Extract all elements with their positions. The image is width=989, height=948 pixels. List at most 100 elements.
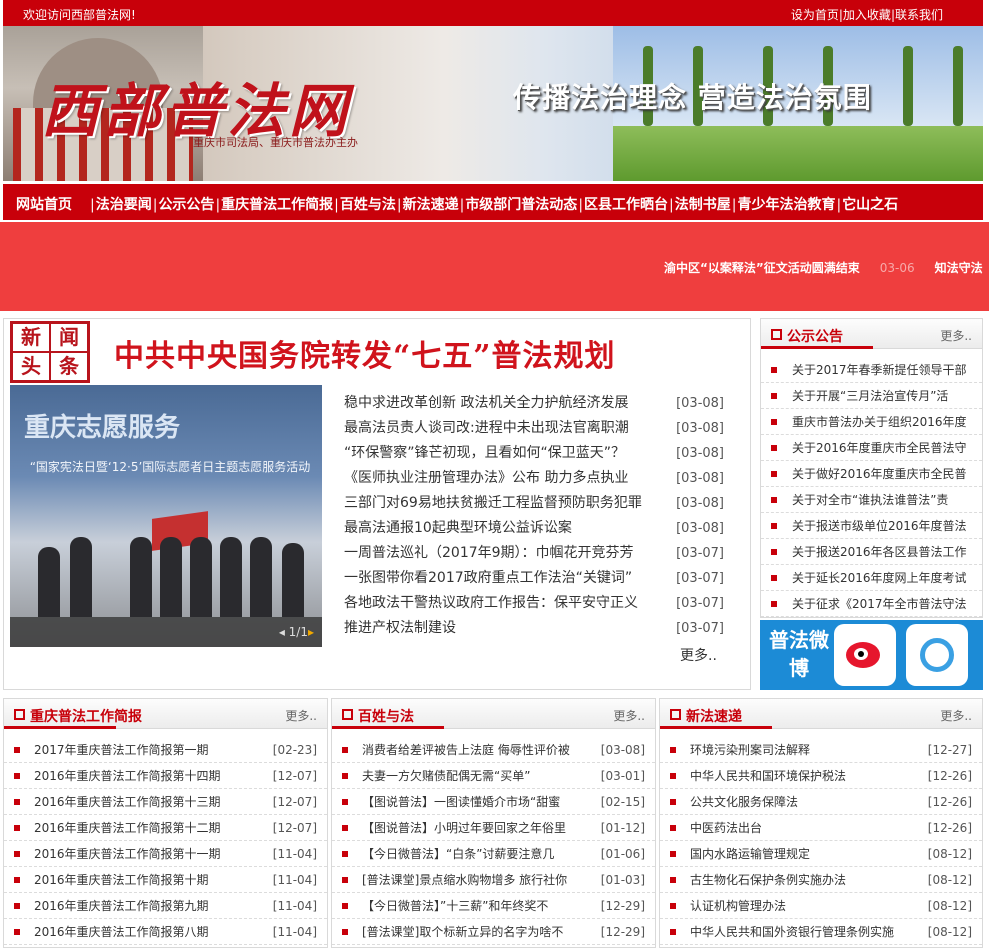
sina-weibo-icon[interactable]	[834, 624, 896, 686]
news-title[interactable]: 稳中求进改革创新 政法机关全力护航经济发展	[344, 395, 628, 411]
list-item[interactable]: “环保警察”锋芒初现，且看如何“保卫蓝天”？ [03-08]	[344, 441, 724, 466]
list-item[interactable]: 2016年重庆普法工作简报第十二期 [12-07]	[4, 815, 327, 841]
nav-item-district[interactable]: 区县工作晒台	[584, 197, 668, 213]
item-title[interactable]: 2016年重庆普法工作简报第十二期	[34, 815, 221, 840]
list-item[interactable]: [普法课堂]景点缩水购物增多 旅行社你 [01-03]	[332, 867, 655, 893]
panel-title[interactable]: 百姓与法	[358, 706, 414, 726]
list-item[interactable]: 2016年重庆普法工作简报第十四期 [12-07]	[4, 763, 327, 789]
notice-title[interactable]: 关于对全市“谁执法谁普法”责	[792, 487, 948, 512]
more-link[interactable]: 更多..	[940, 707, 972, 724]
list-item[interactable]: 最高法员责人谈司改:进程中未出现法官离职潮 [03-08]	[344, 416, 724, 441]
panel-title[interactable]: 重庆普法工作简报	[30, 706, 142, 726]
item-title[interactable]: 国内水路运输管理规定	[690, 841, 810, 866]
nav-item-people-law[interactable]: 百姓与法	[340, 197, 396, 213]
item-title[interactable]: 中华人民共和国环境保护税法	[690, 763, 846, 788]
more-link[interactable]: 更多..	[285, 707, 317, 724]
ticker-text-2[interactable]: 知法守法	[935, 261, 983, 275]
notice-title[interactable]: 关于报送2016年各区县普法工作	[792, 539, 967, 564]
panel-title[interactable]: 公示公告	[787, 326, 843, 346]
list-item[interactable]: 推进产权法制建设 [03-07]	[344, 616, 724, 641]
list-item[interactable]: 三部门对69易地扶贫搬迁工程监督预防职务犯罪 [03-08]	[344, 491, 724, 516]
slideshow-pager[interactable]: ◂ 1/1▸	[279, 625, 314, 639]
list-item[interactable]: 中华人民共和国外资银行管理条例实施 [08-12]	[660, 919, 982, 945]
news-title[interactable]: “环保警察”锋芒初现，且看如何“保卫蓝天”？	[344, 445, 625, 461]
list-item[interactable]: 关于开展“三月法治宣传月”活	[761, 383, 982, 409]
item-title[interactable]: 【图说普法】一图读懂婚介市场“甜蜜	[362, 789, 560, 814]
item-title[interactable]: 2016年重庆普法工作简报第十期	[34, 867, 209, 892]
item-title[interactable]: 2016年重庆普法工作简报第十一期	[34, 841, 221, 866]
notice-title[interactable]: 关于报送市级单位2016年度普法	[792, 513, 967, 538]
item-title[interactable]: 中华人民共和国外资银行管理条例实施	[690, 919, 894, 944]
list-item[interactable]: 中医药法出台 [12-26]	[660, 815, 982, 841]
list-item[interactable]: 《医师执业注册管理办法》公布 助力多点执业 [03-08]	[344, 466, 724, 491]
list-item[interactable]: 认证机构管理办法 [08-12]	[660, 893, 982, 919]
list-item[interactable]: 关于报送市级单位2016年度普法	[761, 513, 982, 539]
list-item[interactable]: 关于报送2016年各区县普法工作	[761, 539, 982, 565]
list-item[interactable]: 【图说普法】小明过年要回家之年俗里 [01-12]	[332, 815, 655, 841]
list-item[interactable]: 环境污染刑案司法解释 [12-27]	[660, 737, 982, 763]
list-item[interactable]: 各地政法干警热议政府工作报告：保平安守正义 [03-07]	[344, 591, 724, 616]
list-item[interactable]: 2016年重庆普法工作简报第八期 [11-04]	[4, 919, 327, 945]
item-title[interactable]: 2016年重庆普法工作简报第十三期	[34, 789, 221, 814]
tencent-weibo-icon[interactable]	[906, 624, 968, 686]
add-favorite-link[interactable]: 加入收藏	[843, 8, 891, 22]
contact-us-link[interactable]: 联系我们	[895, 8, 943, 22]
news-title[interactable]: 一张图带你看2017政府重点工作法治“关键词”	[344, 570, 632, 586]
item-title[interactable]: 2016年重庆普法工作简报第九期	[34, 893, 209, 918]
list-item[interactable]: 关于对全市“谁执法谁普法”责	[761, 487, 982, 513]
item-title[interactable]: 中医药法出台	[690, 815, 762, 840]
nav-item-other[interactable]: 它山之石	[842, 197, 898, 213]
nav-item-home[interactable]: 网站首页	[16, 194, 72, 214]
list-item[interactable]: 【今日微普法】“白条”讨薪要注意几 [01-06]	[332, 841, 655, 867]
nav-item-youth[interactable]: 青少年法治教育	[737, 197, 835, 213]
news-title[interactable]: 最高法员责人谈司改:进程中未出现法官离职潮	[344, 420, 629, 436]
notice-title[interactable]: 关于2017年春季新提任领导干部	[792, 357, 967, 382]
list-item[interactable]: 关于延长2016年度网上年度考试	[761, 565, 982, 591]
item-title[interactable]: 2016年重庆普法工作简报第八期	[34, 919, 209, 944]
item-title[interactable]: [普法课堂]景点缩水购物增多 旅行社你	[362, 867, 567, 892]
list-item[interactable]: 古生物化石保护条例实施办法 [08-12]	[660, 867, 982, 893]
notice-title[interactable]: 关于2016年度重庆市全民普法守	[792, 435, 967, 460]
item-title[interactable]: 消费者给差评被告上法庭 侮辱性评价被	[362, 737, 570, 762]
more-link[interactable]: 更多..	[940, 327, 972, 344]
item-title[interactable]: 【今日微普法】“白条”讨薪要注意几	[362, 841, 554, 866]
item-title[interactable]: 公共文化服务保障法	[690, 789, 798, 814]
ticker-item[interactable]: 渝中区“以案释法”征文活动圆满结束 03-06 知法守法	[664, 259, 983, 276]
list-item[interactable]: [普法课堂]取个标新立异的名字为啥不 [12-29]	[332, 919, 655, 945]
news-title[interactable]: 三部门对69易地扶贫搬迁工程监督预防职务犯罪	[344, 495, 642, 511]
item-title[interactable]: [普法课堂]取个标新立异的名字为啥不	[362, 919, 563, 944]
ticker-text[interactable]: 渝中区“以案释法”征文活动圆满结束	[664, 261, 860, 275]
item-title[interactable]: 2016年重庆普法工作简报第十四期	[34, 763, 221, 788]
list-item[interactable]: 国内水路运输管理规定 [08-12]	[660, 841, 982, 867]
nav-item-new-laws[interactable]: 新法速递	[403, 197, 459, 213]
notice-title[interactable]: 重庆市普法办关于组织2016年度	[792, 409, 967, 434]
headline-more-link[interactable]: 更多..	[680, 645, 717, 665]
list-item[interactable]: 2016年重庆普法工作简报第十三期 [12-07]	[4, 789, 327, 815]
notice-title[interactable]: 关于开展“三月法治宣传月”活	[792, 383, 948, 408]
list-item[interactable]: 关于征求《2017年全市普法守法	[761, 591, 982, 617]
list-item[interactable]: 关于2016年度重庆市全民普法守	[761, 435, 982, 461]
list-item[interactable]: 一张图带你看2017政府重点工作法治“关键词” [03-07]	[344, 566, 724, 591]
photo-slideshow[interactable]: 重庆志愿服务 “国家宪法日暨‘12·5’国际志愿者日主题志愿服务活动 ◂ 1/1…	[10, 385, 322, 647]
list-item[interactable]: 消费者给差评被告上法庭 侮辱性评价被 [03-08]	[332, 737, 655, 763]
news-title[interactable]: 一周普法巡礼（2017年9期）：巾帼花开竞芬芳	[344, 545, 634, 561]
news-title[interactable]: 各地政法干警热议政府工作报告：保平安守正义	[344, 595, 638, 611]
nav-item-city-dept[interactable]: 市级部门普法动态	[465, 197, 577, 213]
news-title[interactable]: 推进产权法制建设	[344, 620, 456, 636]
list-item[interactable]: 2016年重庆普法工作简报第九期 [11-04]	[4, 893, 327, 919]
list-item[interactable]: 夫妻一方欠赌债配偶无需“买单” [03-01]	[332, 763, 655, 789]
list-item[interactable]: 2016年重庆普法工作简报第十期 [11-04]	[4, 867, 327, 893]
nav-item-notices[interactable]: 公示公告	[158, 197, 214, 213]
news-title[interactable]: 《医师执业注册管理办法》公布 助力多点执业	[344, 470, 628, 486]
notice-title[interactable]: 关于延长2016年度网上年度考试	[792, 565, 967, 590]
list-item[interactable]: 2017年重庆普法工作简报第一期 [02-23]	[4, 737, 327, 763]
nav-item-legal-news[interactable]: 法治要闻	[96, 197, 152, 213]
set-homepage-link[interactable]: 设为首页	[791, 8, 839, 22]
item-title[interactable]: 2017年重庆普法工作简报第一期	[34, 737, 209, 762]
next-arrow-icon[interactable]: ▸	[308, 625, 314, 639]
item-title[interactable]: 夫妻一方欠赌债配偶无需“买单”	[362, 763, 530, 788]
weibo-banner[interactable]: 普法微博	[760, 620, 983, 690]
item-title[interactable]: 【图说普法】小明过年要回家之年俗里	[362, 815, 566, 840]
list-item[interactable]: 【今日微普法】”十三薪”和年终奖不 [12-29]	[332, 893, 655, 919]
notice-title[interactable]: 关于做好2016年度重庆市全民普	[792, 461, 967, 486]
